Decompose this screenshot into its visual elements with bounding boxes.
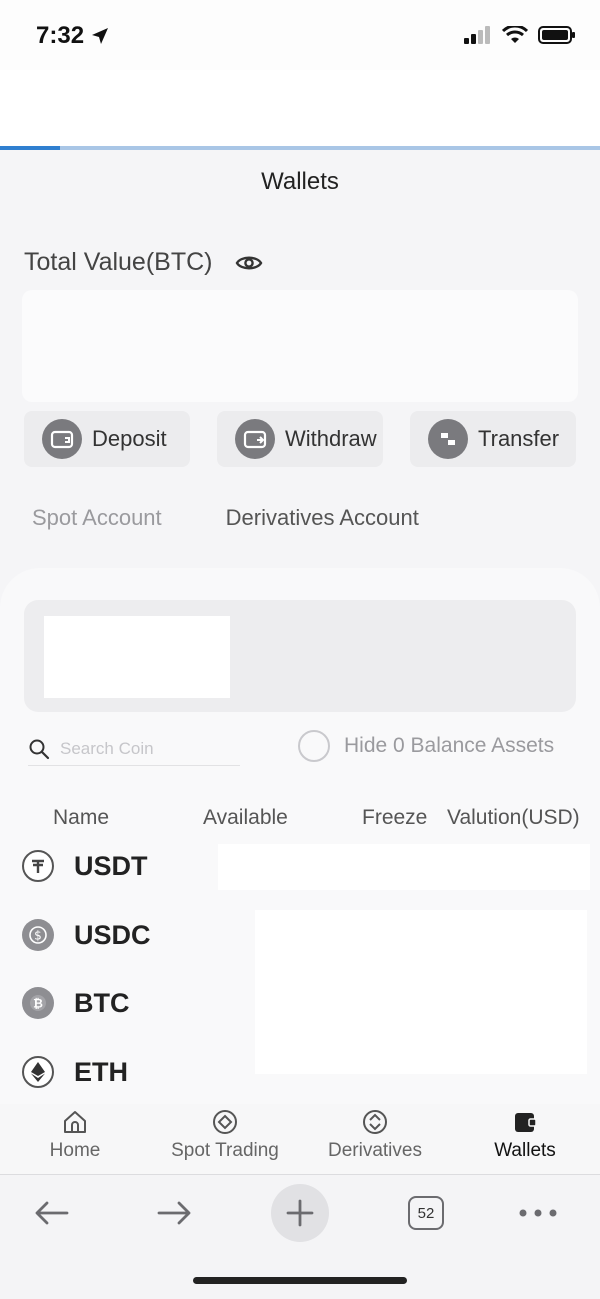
- battery-icon: [538, 26, 575, 44]
- browser-url-bar[interactable]: [0, 70, 600, 148]
- page-title: Wallets: [261, 168, 339, 195]
- svg-text:₿: ₿: [33, 997, 43, 1011]
- cellular-signal-icon: [464, 26, 490, 44]
- usdc-icon: $: [22, 919, 54, 951]
- account-balance-redacted: [44, 616, 230, 698]
- nav-spot-trading-label: Spot Trading: [171, 1140, 279, 1161]
- status-bar: 7:32: [0, 0, 600, 70]
- tabs-count: 52: [408, 1196, 444, 1230]
- tab-derivatives-account[interactable]: Derivatives Account: [226, 505, 419, 531]
- coin-name: ETH: [74, 1056, 128, 1087]
- plus-icon: [271, 1184, 329, 1242]
- more-button[interactable]: [516, 1183, 560, 1243]
- hide-zero-balance-radio[interactable]: [298, 730, 330, 762]
- arrow-left-icon: [35, 1201, 69, 1225]
- search-coin-field[interactable]: [28, 732, 240, 766]
- nav-home-label: Home: [49, 1140, 101, 1161]
- tether-icon: [22, 850, 54, 882]
- more-dots-icon: [519, 1209, 557, 1217]
- arrow-right-icon: [157, 1201, 191, 1225]
- location-arrow-icon: [92, 28, 109, 44]
- column-header-freeze: Freeze: [362, 806, 428, 829]
- total-value-card: [22, 290, 578, 402]
- list-item[interactable]: USDT: [22, 846, 148, 886]
- tab-spot-account[interactable]: Spot Account: [32, 505, 162, 531]
- forward-button[interactable]: [152, 1183, 198, 1243]
- deposit-button[interactable]: Deposit: [24, 411, 190, 467]
- status-time: 7:32: [36, 22, 110, 50]
- derivatives-icon: [363, 1110, 387, 1134]
- column-header-available: Available: [203, 806, 288, 829]
- hide-zero-balance-toggle[interactable]: Hide 0 Balance Assets: [298, 730, 554, 762]
- coin-name: USDC: [74, 919, 151, 950]
- tabs-button[interactable]: 52: [406, 1183, 446, 1243]
- bottom-navigation: Home Spot Trading Derivatives Wallets: [0, 1104, 600, 1174]
- nav-wallets-label: Wallets: [494, 1140, 556, 1161]
- list-item[interactable]: ₿ BTC: [22, 983, 130, 1023]
- search-icon: [29, 739, 50, 759]
- coin-name: USDT: [74, 850, 148, 881]
- page-load-progress: [0, 146, 600, 150]
- withdraw-button[interactable]: Withdraw: [217, 411, 383, 467]
- spot-trading-icon: [213, 1110, 237, 1134]
- coin-values-redacted: [255, 910, 587, 1074]
- account-balance-card: [24, 600, 576, 712]
- hide-zero-balance-label: Hide 0 Balance Assets: [344, 734, 555, 757]
- home-indicator: [193, 1277, 407, 1284]
- deposit-label: Deposit: [92, 426, 167, 451]
- usdt-values-redacted: [218, 844, 590, 890]
- nav-home[interactable]: Home: [0, 1108, 150, 1162]
- wallet-icon: [515, 1113, 537, 1132]
- svg-text:$: $: [34, 929, 42, 943]
- back-button[interactable]: [28, 1183, 74, 1243]
- wifi-icon: [502, 26, 528, 43]
- list-item[interactable]: ETH: [22, 1052, 128, 1092]
- bitcoin-icon: ₿: [22, 987, 54, 1019]
- account-tabs: Spot Account Derivatives Account: [32, 505, 419, 531]
- status-time-text: 7:32: [36, 22, 85, 49]
- wallet-withdraw-icon: [235, 419, 275, 459]
- coin-name: BTC: [74, 987, 130, 1018]
- list-item[interactable]: $ USDC: [22, 915, 151, 955]
- column-header-valuation: Valution(USD): [447, 806, 580, 829]
- transfer-button[interactable]: Transfer: [410, 411, 576, 467]
- wallet-deposit-icon: [42, 419, 82, 459]
- search-input[interactable]: [60, 738, 230, 759]
- page-load-progress-fill: [0, 146, 60, 150]
- column-header-name: Name: [53, 806, 110, 829]
- ethereum-icon: [22, 1056, 54, 1088]
- nav-spot-trading[interactable]: Spot Trading: [150, 1108, 300, 1162]
- nav-wallets[interactable]: Wallets: [450, 1108, 600, 1162]
- withdraw-label: Withdraw: [285, 426, 377, 451]
- status-indicators: [464, 26, 576, 44]
- total-value-label: Total Value(BTC): [24, 248, 213, 276]
- eye-icon[interactable]: [235, 253, 263, 273]
- nav-derivatives[interactable]: Derivatives: [300, 1108, 450, 1162]
- transfer-label: Transfer: [478, 426, 560, 451]
- home-icon: [64, 1111, 86, 1133]
- transfer-icon: [428, 419, 468, 459]
- new-tab-button[interactable]: [271, 1183, 329, 1243]
- total-value-row: Total Value(BTC): [24, 248, 263, 277]
- nav-derivatives-label: Derivatives: [328, 1140, 422, 1161]
